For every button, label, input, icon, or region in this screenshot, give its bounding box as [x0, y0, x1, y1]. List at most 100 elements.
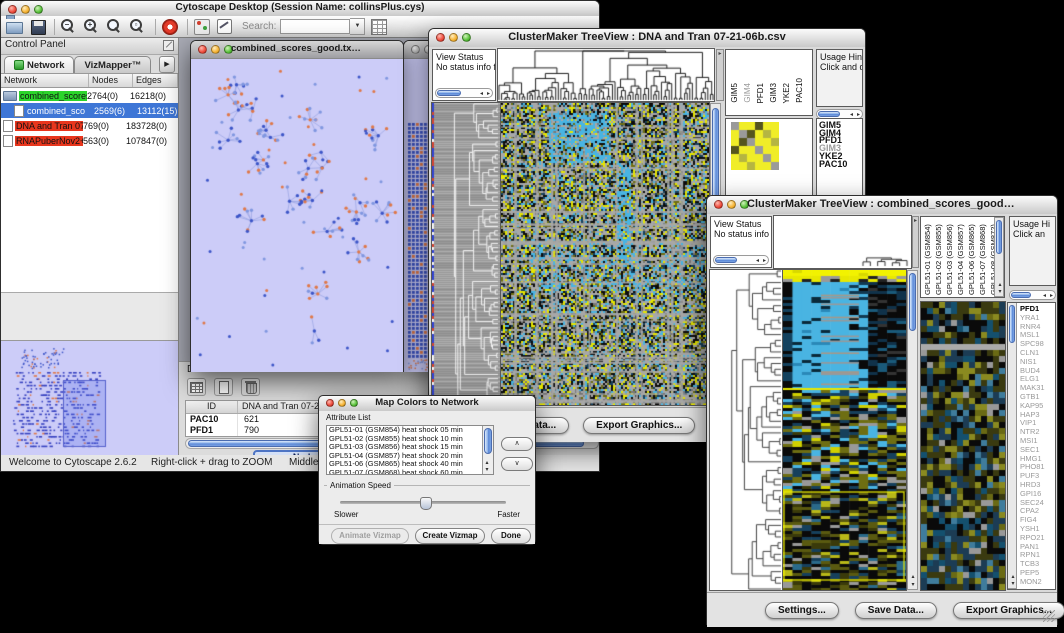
tab-vizmapper[interactable]: VizMapper™: [74, 56, 151, 73]
network-table-header: Network Nodes Edges: [1, 74, 178, 88]
float-panel-icon[interactable]: [163, 40, 174, 51]
view-status-panel: View Status No status info f ◂▸: [432, 49, 496, 101]
row-label[interactable]: PAC10: [819, 161, 862, 169]
heatmap[interactable]: [501, 103, 709, 405]
move-down-button[interactable]: ∨: [501, 457, 533, 471]
network-icon: [3, 120, 13, 132]
resize-grip[interactable]: [1043, 610, 1055, 622]
gene-label[interactable]: MON2: [1020, 578, 1045, 587]
treeview1-title: ClusterMaker TreeView : DNA and Tran 07-…: [429, 31, 865, 43]
tab-network[interactable]: Network: [4, 56, 74, 73]
splitter[interactable]: ▸: [716, 49, 724, 101]
slider-thumb[interactable]: [420, 497, 432, 510]
splitter[interactable]: ▸: [912, 216, 919, 268]
attribute-table-icon[interactable]: [371, 18, 389, 35]
network-row[interactable]: RNAPuberNov2+ 563(0) 107847(0): [1, 133, 178, 148]
treeview-button[interactable]: Save Data...: [855, 602, 937, 619]
tab-overflow-icon[interactable]: ▶: [159, 56, 175, 73]
zoom-heatmap[interactable]: [921, 302, 1005, 590]
search-dropdown-icon[interactable]: ▼: [350, 18, 365, 35]
labels-scrollbar[interactable]: ▴▾: [1008, 303, 1017, 589]
animation-speed-label: Animation Speed: [327, 481, 394, 490]
attribute-list[interactable]: GPL51-01 (GSM854) heat shock 05 minGPL51…: [326, 425, 494, 475]
create-vizmap-button[interactable]: Create Vizmap: [415, 528, 485, 544]
scrollbar-thumb[interactable]: [437, 90, 461, 96]
zoom-out-icon[interactable]: –: [61, 18, 79, 35]
column-dendrogram[interactable]: [498, 49, 714, 101]
dialog-body: Attribute List GPL51-01 (GSM854) heat sh…: [319, 411, 535, 544]
column-dendrogram[interactable]: [774, 216, 911, 268]
scrollbar[interactable]: ◂▸: [713, 255, 769, 265]
zoom-in-icon[interactable]: +: [84, 18, 102, 35]
column-label[interactable]: GIM3: [769, 83, 779, 103]
scrollbar-thumb[interactable]: [909, 273, 916, 331]
column-label[interactable]: GPL51-07 (GSM868): [978, 219, 988, 295]
column-label[interactable]: YKE2: [782, 83, 792, 103]
treeview1-title-bar[interactable]: ClusterMaker TreeView : DNA and Tran 07-…: [429, 29, 865, 48]
help-icon[interactable]: [162, 18, 180, 35]
main-title-bar[interactable]: Cytoscape Desktop (Session Name: collins…: [1, 1, 599, 17]
row-dendrogram[interactable]: [432, 103, 500, 405]
attribute-item[interactable]: GPL51-07 (GSM868) heat shock 60 min: [327, 469, 493, 475]
network-name: combined_scores: [19, 91, 87, 101]
column-label[interactable]: GPL51-04 (GSM857): [956, 219, 966, 295]
network-edges-count: 13112(15): [137, 106, 178, 116]
network-icon: [14, 105, 24, 117]
heatmap[interactable]: [783, 270, 906, 590]
delete-attribute-icon[interactable]: [241, 378, 260, 396]
column-label[interactable]: PAC10: [795, 78, 805, 103]
scrollbar-thumb[interactable]: [484, 428, 492, 454]
move-up-button[interactable]: ∧: [501, 437, 533, 451]
column-label[interactable]: GIM4: [743, 83, 753, 103]
column-label[interactable]: GIM5: [730, 83, 740, 103]
scrollbar-thumb[interactable]: [1009, 305, 1015, 343]
dialog-title-bar[interactable]: Map Colors to Network: [319, 396, 535, 412]
animate-vizmap-button[interactable]: Animate Vizmap: [331, 528, 409, 544]
search-input[interactable]: [280, 19, 350, 34]
scrollbar-thumb[interactable]: [996, 220, 1002, 254]
network-title-bar[interactable]: combined_scores_good.txt--cluste...: [191, 41, 403, 59]
treeview-button[interactable]: Settings...: [765, 602, 839, 619]
slower-label: Slower: [334, 510, 358, 519]
network-edges-count: 16218(0): [130, 91, 178, 101]
network-nodes-count: 2569(6): [94, 106, 137, 116]
speed-slider[interactable]: [340, 501, 506, 504]
column-label[interactable]: PFD1: [756, 83, 766, 103]
similarity-matrix[interactable]: [731, 122, 779, 170]
scrollbar-thumb[interactable]: [818, 111, 840, 117]
scrollbar-thumb[interactable]: [1011, 292, 1031, 298]
network-icon: [3, 91, 17, 101]
usage-hints-panel: Usage Hi Click an: [1009, 216, 1056, 286]
treeview2-title-bar[interactable]: ClusterMaker TreeView : combined_scores_…: [707, 196, 1057, 215]
zoom-selected-icon[interactable]: [107, 18, 125, 35]
scrollbar[interactable]: ◂▸: [1009, 290, 1056, 300]
network-row[interactable]: combined_sco 2569(6) 13112(15): [1, 103, 178, 118]
network-canvas[interactable]: [191, 59, 403, 372]
attribute-list-label: Attribute List: [326, 413, 370, 422]
column-label[interactable]: GPL51-01 (GSM854): [923, 219, 933, 295]
column-label[interactable]: GPL51-03 (GSM856): [945, 219, 955, 295]
row-dendrogram[interactable]: [710, 270, 782, 590]
treeview-button[interactable]: Export Graphics...: [583, 417, 695, 434]
select-attributes-icon[interactable]: [187, 378, 206, 396]
column-label[interactable]: GPL51-02 (GSM855): [934, 219, 944, 295]
scrollbar[interactable]: ◂▸: [435, 88, 493, 98]
network-nodes-count: 563(0): [83, 136, 126, 146]
column-label[interactable]: GPL51-06 (GSM865): [967, 219, 977, 295]
save-session-icon[interactable]: [29, 18, 47, 35]
new-attribute-icon[interactable]: [214, 378, 233, 396]
vertical-scrollbar[interactable]: ▴▾: [907, 270, 918, 590]
labels-scrollbar[interactable]: ▴▾: [994, 217, 1004, 297]
annotation-icon[interactable]: [217, 18, 235, 35]
zoom-fit-icon[interactable]: ▫: [130, 18, 148, 35]
network-row[interactable]: DNA and Tran 07 769(0) 183728(0): [1, 118, 178, 133]
network-row[interactable]: combined_scores 2764(0) 16218(0): [1, 88, 178, 103]
scrollbar-thumb[interactable]: [715, 257, 737, 263]
birdseye-view[interactable]: [1, 340, 178, 455]
close-icon[interactable]: [411, 45, 420, 54]
vizmapper-icon[interactable]: [194, 18, 212, 35]
dialog-title: Map Colors to Network: [319, 397, 535, 408]
done-button[interactable]: Done: [491, 528, 531, 544]
list-scrollbar[interactable]: ▴▾: [482, 426, 493, 474]
open-session-icon[interactable]: [6, 18, 24, 35]
